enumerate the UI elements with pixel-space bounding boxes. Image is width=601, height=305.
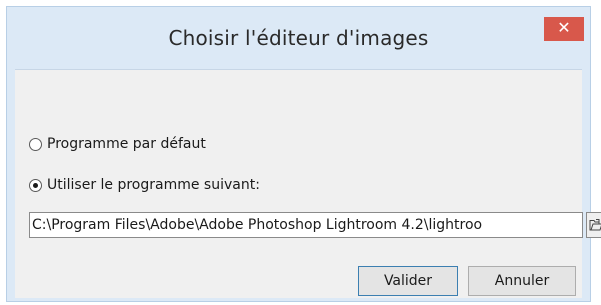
browse-button[interactable]	[586, 212, 601, 238]
radio-button-default[interactable]	[29, 137, 42, 151]
open-folder-icon	[589, 219, 601, 231]
validate-button[interactable]: Valider	[358, 266, 458, 296]
radio-custom-program[interactable]: Utiliser le programme suivant:	[29, 175, 260, 195]
close-button[interactable]: ✕	[544, 17, 584, 41]
dialog-title: Choisir l'éditeur d'images	[168, 26, 429, 50]
radio-default-label: Programme par défaut	[47, 136, 206, 152]
program-path-input[interactable]: C:\Program Files\Adobe\Adobe Photoshop L…	[29, 212, 583, 238]
radio-custom-label: Utiliser le programme suivant:	[47, 177, 260, 193]
close-icon: ✕	[557, 18, 571, 37]
dialog-window: Choisir l'éditeur d'images ✕ Programme p…	[6, 6, 601, 302]
title-bar[interactable]: Choisir l'éditeur d'images ✕	[7, 7, 590, 69]
dialog-content: Programme par défaut Utiliser le program…	[15, 69, 601, 298]
cancel-button[interactable]: Annuler	[468, 266, 576, 296]
radio-button-custom[interactable]	[29, 178, 42, 192]
radio-default-program[interactable]: Programme par défaut	[29, 134, 206, 154]
